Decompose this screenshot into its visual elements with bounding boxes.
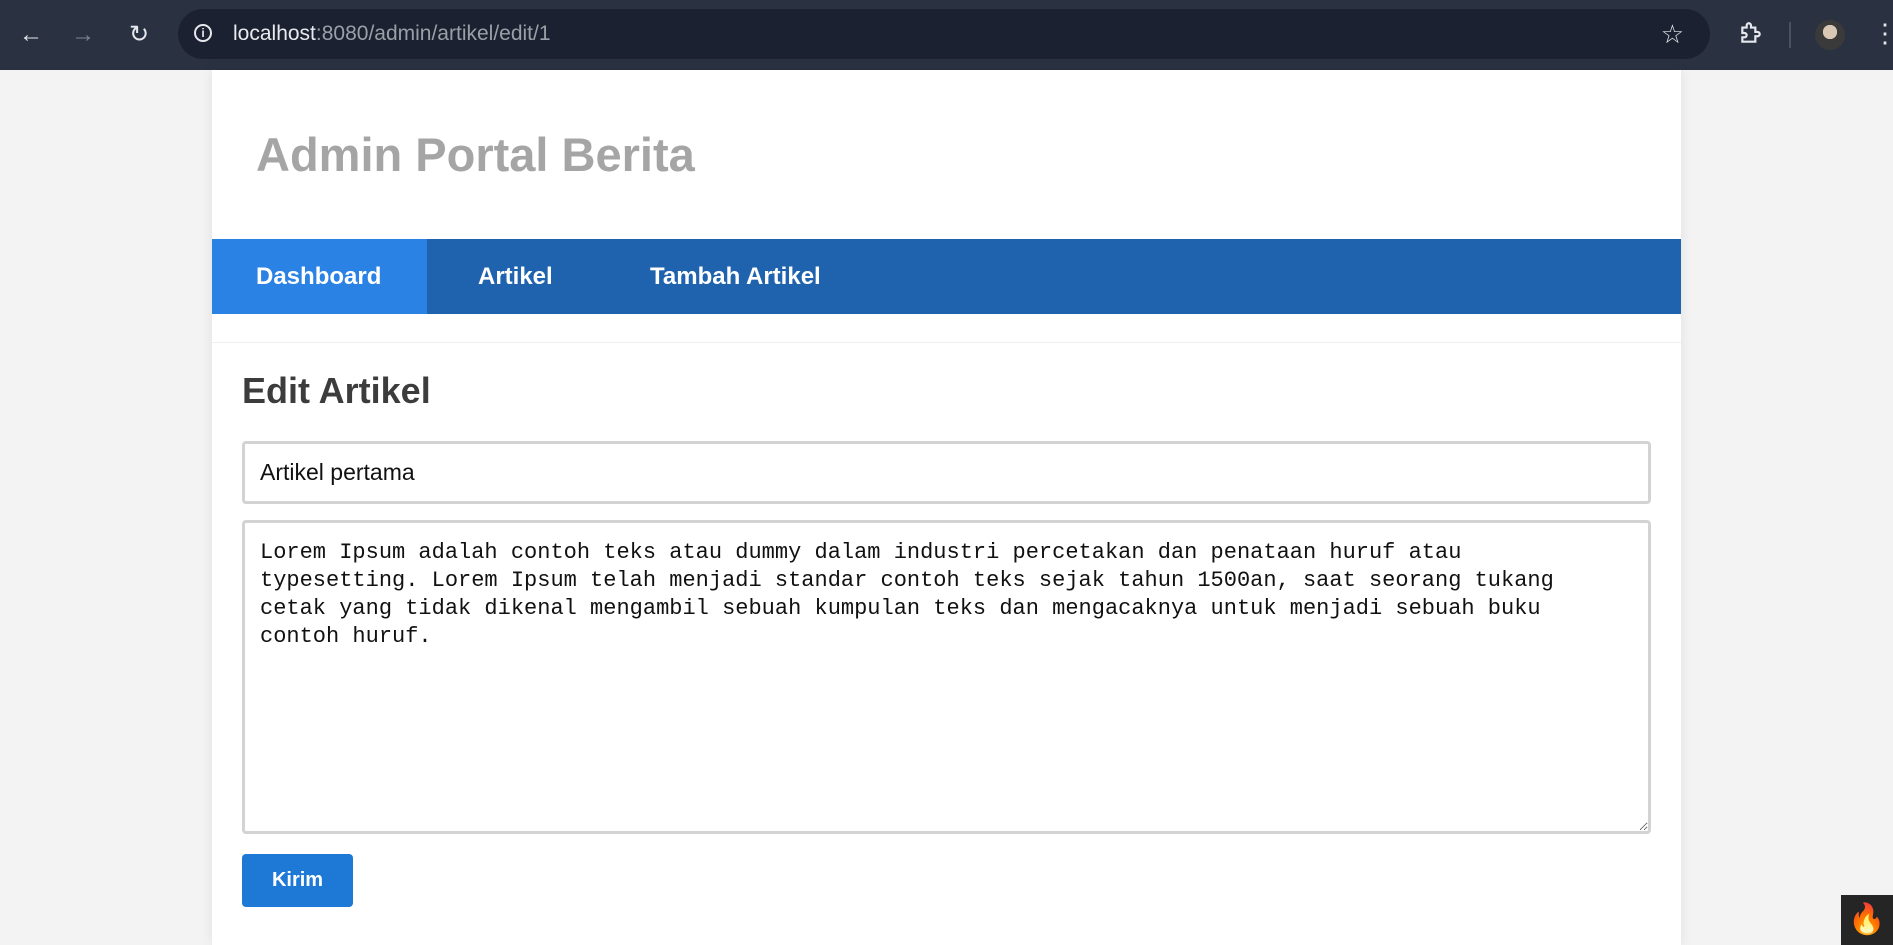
- divider: [212, 342, 1681, 343]
- main-nav: Dashboard Artikel Tambah Artikel: [212, 239, 1681, 314]
- back-arrow-icon[interactable]: ←: [16, 20, 46, 50]
- reload-icon[interactable]: ↻: [124, 20, 154, 50]
- content-textarea[interactable]: Lorem Ipsum adalah contoh teks atau dumm…: [242, 520, 1651, 834]
- puzzle-icon[interactable]: [1738, 20, 1764, 46]
- nav-item-artikel[interactable]: Artikel: [427, 239, 597, 314]
- address-bar[interactable]: i localhost:8080/admin/artikel/edit/1 ☆: [178, 9, 1710, 59]
- url-path: :8080/admin/artikel/edit/1: [315, 22, 551, 45]
- star-icon[interactable]: ☆: [1661, 19, 1684, 50]
- site-title: Admin Portal Berita: [256, 128, 695, 181]
- page-title: Edit Artikel: [242, 370, 431, 411]
- url-host: localhost: [233, 22, 316, 45]
- nav-item-tambah-artikel[interactable]: Tambah Artikel: [597, 239, 837, 314]
- url-text[interactable]: localhost:8080/admin/artikel/edit/1: [233, 22, 551, 46]
- avatar[interactable]: [1815, 20, 1845, 50]
- submit-button[interactable]: Kirim: [242, 854, 353, 907]
- page-container: Admin Portal Berita Dashboard Artikel Ta…: [212, 70, 1681, 945]
- kebab-menu-icon[interactable]: ⋮: [1872, 18, 1893, 48]
- info-icon[interactable]: i: [194, 24, 212, 42]
- flame-icon[interactable]: 🔥: [1841, 895, 1893, 945]
- title-input[interactable]: [242, 441, 1651, 504]
- forward-arrow-icon[interactable]: →: [68, 20, 98, 50]
- nav-item-dashboard[interactable]: Dashboard: [212, 239, 427, 314]
- browser-toolbar: ← → ↻ i localhost:8080/admin/artikel/edi…: [0, 0, 1893, 70]
- toolbar-divider: [1789, 22, 1791, 48]
